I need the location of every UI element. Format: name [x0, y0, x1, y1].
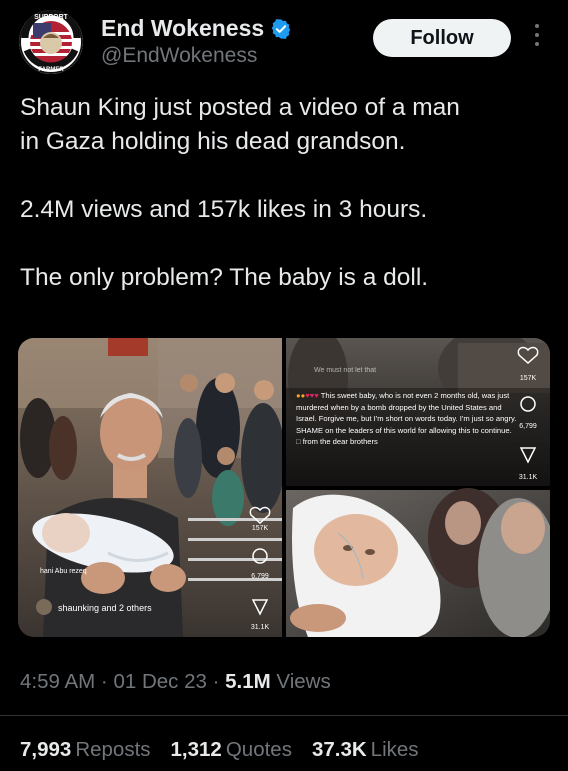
follow-button[interactable]: Follow [373, 19, 511, 57]
likes-count: 37.3K [311, 738, 367, 761]
quotes-stat[interactable]: 1,312 Quotes [171, 738, 292, 762]
media-left-watermark: hani Abu rezeq [40, 568, 87, 575]
media-left-shares: 31.1K [251, 624, 270, 631]
reposts-label: Reposts [75, 738, 151, 761]
media-top-right-caption: This sweet baby, who is not even 2 month… [296, 391, 517, 435]
author-handle[interactable]: @EndWokeness [101, 44, 257, 68]
media-top-right-shares: 31.1K [519, 474, 538, 481]
media-top-right-caption-end: from the dear brothers [302, 437, 378, 446]
media-top-right-image[interactable]: We must not let that ●●♥♥♥ This sweet ba… [286, 338, 550, 486]
quotes-label: Quotes [225, 738, 292, 761]
media-left-comments: 6,799 [251, 573, 269, 580]
reposts-stat[interactable]: 7,993 Reposts [20, 738, 151, 762]
tweet-date[interactable]: 01 Dec 23 [113, 670, 206, 693]
author-display-name[interactable]: End Wokeness [101, 15, 264, 42]
meta-separator: · [100, 670, 114, 693]
avatar-text-bottom: FARMER [38, 67, 64, 73]
media-bottom-right-image[interactable] [286, 488, 550, 637]
media-left-likes: 157K [252, 525, 269, 532]
media-top-right-comments: 6,799 [519, 423, 537, 430]
engagement-stats: 7,993 Reposts 1,312 Quotes 37.3K Likes [20, 738, 419, 762]
tweet-time[interactable]: 4:59 AM [20, 670, 95, 693]
media-left-image[interactable]: hani Abu rezeq shaunking and 2 others 15… [18, 338, 285, 637]
avatar[interactable]: SUPPORT FARMER [19, 10, 83, 74]
divider [0, 715, 568, 716]
more-options-icon[interactable] [532, 24, 542, 52]
views-count: 5.1M [225, 670, 271, 693]
author-name-row[interactable]: End Wokeness [101, 15, 292, 42]
reposts-count: 7,993 [20, 738, 72, 761]
avatar-text-top: SUPPORT [34, 14, 69, 21]
views-label: Views [276, 670, 331, 693]
media-top-right-likes: 157K [520, 375, 537, 382]
meta-separator: · [212, 670, 226, 693]
likes-stat[interactable]: 37.3K Likes [312, 738, 419, 762]
verified-badge-icon [271, 18, 291, 39]
media-left-credit: shaunking and 2 others [58, 603, 152, 613]
media-top-right-header: We must not let that [314, 367, 376, 374]
tweet-meta: 4:59 AM · 01 Dec 23 · 5.1M Views [20, 670, 331, 694]
likes-label: Likes [370, 738, 419, 761]
quotes-count: 1,312 [170, 738, 222, 761]
media-left-credit-avatar [36, 599, 52, 615]
tweet-text: Shaun King just posted a video of a man … [20, 94, 460, 291]
tweet-media[interactable]: hani Abu rezeq shaunking and 2 others 15… [18, 338, 550, 637]
